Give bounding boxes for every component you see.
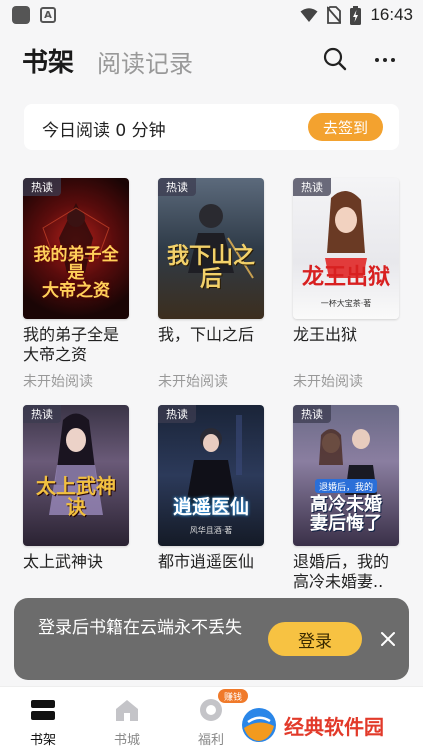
cover-title: 我下山之后 [166,242,255,292]
checkin-button[interactable]: 去签到 [308,113,383,141]
hot-badge: 热读 [23,405,61,423]
login-toast-text: 登录后书籍在云端永不丢失 [38,618,242,638]
clock: 16:43 [370,5,413,24]
bookshelf-icon [31,700,55,720]
book-item[interactable]: 热读 逍遥医仙 风华且酒·著 都市逍遥医仙 [158,405,268,572]
book-cover[interactable]: 热读 太上武神诀 [23,405,129,546]
book-title: 我，下山之后 [158,325,255,344]
cover-title: 太上武神诀 [36,474,116,519]
search-icon[interactable] [320,44,350,74]
book-cover[interactable]: 热读 我的弟子全是 大帝之资 [23,178,129,319]
hot-badge: 热读 [158,405,196,423]
status-bar: A 16:43 [0,0,423,30]
book-cover[interactable]: 热读 龙王出狱 一杯大宝茶·著 [293,178,399,319]
cover-author: 一杯大宝茶·著 [320,299,372,308]
hot-badge: 热读 [158,178,196,196]
book-item[interactable]: 热读 退婚后，我的 高冷未婚 妻后悔了 退婚后，我的高冷未婚妻.. [293,405,403,592]
book-title: 太上武神诀 [23,552,104,571]
cover-title: 我的弟子全是 大帝之资 [33,245,119,302]
nav-item-bookstore[interactable]: 书城 [97,697,157,748]
book-title: 我的弟子全是大帝之资 [23,325,120,364]
reading-time-text: 今日阅读 0 分钟 [42,121,166,141]
cover-title: 高冷未婚 妻后悔了 [310,494,382,535]
watermark: 经典软件园 [240,702,416,748]
close-icon[interactable] [378,629,398,649]
book-cover[interactable]: 热读 我下山之后 [158,178,264,319]
hot-badge: 热读 [293,405,331,423]
book-item[interactable]: 热读 太上武神诀 太上武神诀 [23,405,133,572]
battery-charging-icon [350,5,362,25]
book-item[interactable]: 热读 龙王出狱 一杯大宝茶·著 龙王出狱 未开始阅读 [293,178,403,390]
nav-label: 书城 [113,733,140,748]
book-cover[interactable]: 热读 逍遥医仙 风华且酒·著 [158,405,264,546]
wifi-icon [300,8,318,22]
book-status: 未开始阅读 [293,374,363,390]
hot-badge: 热读 [23,178,61,196]
header: 书架 阅读记录 [0,38,423,86]
book-title: 龙王出狱 [293,325,358,344]
book-title: 退婚后，我的高冷未婚妻.. [293,552,390,591]
nav-item-welfare[interactable]: 福利 [181,697,241,748]
nav-label: 福利 [197,733,224,748]
book-cover[interactable]: 热读 退婚后，我的 高冷未婚 妻后悔了 [293,405,399,546]
login-button[interactable]: 登录 [268,622,362,656]
reading-time-card: 今日阅读 0 分钟 去签到 [24,104,399,150]
book-item[interactable]: 热读 我下山之后 我，下山之后 未开始阅读 [158,178,268,390]
login-toast: 登录后书籍在云端永不丢失 登录 [14,598,409,680]
book-title: 都市逍遥医仙 [158,552,255,571]
watermark-logo-icon [242,708,276,742]
earn-badge: 赚钱 [218,689,248,703]
tab-reading-history[interactable]: 阅读记录 [97,44,193,79]
book-status: 未开始阅读 [158,374,228,390]
hot-badge: 热读 [293,178,331,196]
tab-bookshelf[interactable]: 书架 [22,42,74,79]
book-item[interactable]: 热读 我的弟子全是 大帝之资 我的弟子全是大帝之资 未开始阅读 [23,178,133,390]
no-sim-icon [327,6,342,24]
app-notification-icon [12,6,30,24]
bookstore-icon [116,700,138,721]
cover-author: 风华且酒·著 [189,526,233,535]
cover-subtitle: 退婚后，我的 [315,479,377,493]
book-status: 未开始阅读 [23,374,93,390]
a-notification-icon: A [40,7,56,23]
cover-title: 逍遥医仙 [172,496,249,519]
watermark-text: 经典软件园 [284,716,384,739]
nav-label: 书架 [29,733,56,748]
nav-item-bookshelf[interactable]: 书架 [13,697,73,748]
cover-title: 龙王出狱 [301,263,390,290]
more-icon[interactable] [370,44,400,74]
